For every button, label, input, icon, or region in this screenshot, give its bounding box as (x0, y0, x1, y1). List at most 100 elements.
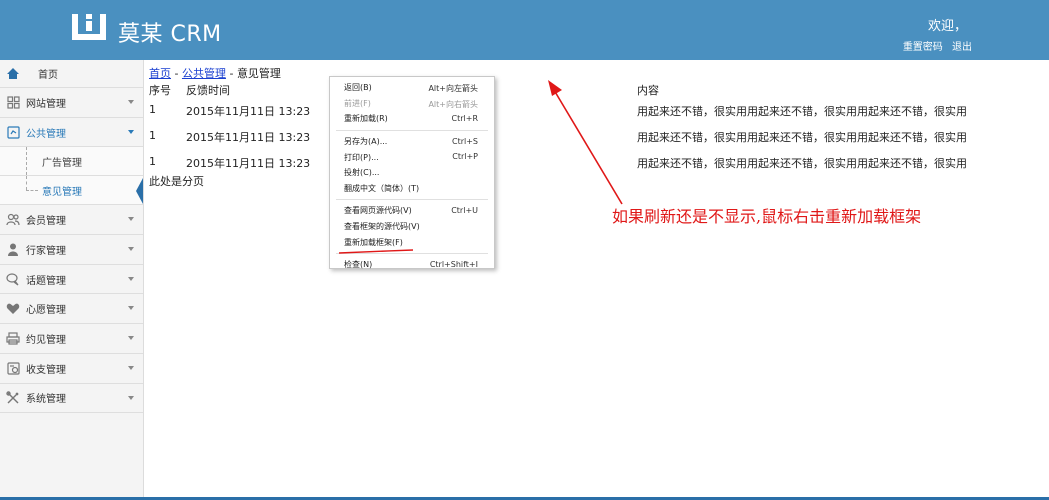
menu-item-shortcut: Ctrl+P (452, 152, 478, 162)
chevron-down-icon (128, 129, 134, 134)
sidebar-item-public[interactable]: 公共管理 (0, 118, 143, 148)
sidebar-item-label: 心愿管理 (26, 305, 66, 317)
annotation-text: 如果刷新还是不显示,鼠标右击重新加载框架 (612, 207, 922, 226)
menu-item-save-as[interactable]: 另存为(A)... Ctrl+S (330, 134, 494, 150)
menu-item-label: 查看网页源代码(V) (344, 206, 412, 216)
heart-icon (6, 302, 20, 316)
tree-branch (26, 190, 38, 192)
breadcrumb-separator: - (225, 67, 237, 80)
menu-item-label: 打印(P)... (344, 152, 379, 162)
table-cell: 用起来还不错，很实用用起来还不错，很实用用起来还不错，很实用 (637, 131, 967, 144)
user-icon (6, 242, 20, 256)
sidebar-item-label: 话题管理 (26, 275, 66, 287)
menu-item-label: 重新加载(R) (344, 114, 388, 124)
sidebar-item-label: 网站管理 (26, 98, 66, 110)
breadcrumb-separator: - (171, 67, 182, 80)
menu-item-view-source[interactable]: 查看网页源代码(V) Ctrl+U (330, 203, 494, 219)
breadcrumb-section-link[interactable]: 公共管理 (182, 67, 226, 80)
logout-link[interactable]: 退出 (952, 42, 972, 53)
table-cell: 2015年11月11日 13:23 (186, 131, 311, 144)
sidebar-item-label: 会员管理 (26, 216, 66, 228)
sidebar-item-system[interactable]: 系统管理 (0, 384, 143, 414)
menu-item-label: 重新加载框架(F) (344, 237, 403, 247)
sidebar-subitem-label: 意见管理 (42, 186, 82, 198)
menu-item-reload-frame[interactable]: 重新加载框架(F) (330, 234, 494, 250)
menu-separator (336, 199, 488, 201)
menu-item-label: 检查(N) (344, 260, 373, 270)
top-header: 莫某 CRM 欢迎， 重置密码 退出 (0, 0, 1049, 60)
users-icon (6, 213, 20, 227)
chevron-down-icon (128, 336, 134, 341)
grid-icon (6, 95, 20, 109)
sidebar-item-label: 收支管理 (26, 364, 66, 376)
chevron-down-icon (128, 276, 134, 281)
table-cell: 2015年11月11日 13:23 (186, 157, 311, 170)
menu-item-shortcut: Ctrl+U (451, 206, 478, 216)
menu-separator (336, 129, 488, 131)
tree-line (26, 176, 27, 191)
tree-line (26, 147, 27, 176)
sidebar-item-website[interactable]: 网站管理 (0, 88, 143, 118)
home-icon (6, 67, 20, 81)
menu-item-label: 另存为(A)... (344, 137, 388, 147)
sidebar-item-topics[interactable]: 话题管理 (0, 265, 143, 295)
breadcrumb-current: 意见管理 (236, 67, 281, 80)
sidebar-item-wishes[interactable]: 心愿管理 (0, 294, 143, 325)
printer-icon (6, 331, 20, 345)
annotation-arrow-icon (548, 80, 623, 205)
share-icon (6, 125, 20, 139)
column-header-content: 内容 (637, 84, 659, 97)
menu-item-label: 投射(C)... (344, 168, 380, 178)
menu-item-forward[interactable]: 前进(F) Alt+向右箭头 (330, 96, 494, 112)
chevron-down-icon (128, 306, 134, 311)
sidebar-item-appointments[interactable]: 约见管理 (0, 324, 143, 354)
pagination[interactable]: 此处是分页 (149, 173, 204, 189)
sidebar: 首页 网站管理 公共管理 广告管理 意见管理 会员管理 行家管理 话题管理 心愿… (0, 60, 144, 500)
table-cell: 2015年11月11日 13:23 (186, 105, 311, 118)
chevron-down-icon (128, 247, 134, 252)
menu-item-shortcut: Ctrl+Shift+I (429, 259, 478, 269)
sidebar-subitem-ads[interactable]: 广告管理 (0, 147, 143, 177)
menu-item-translate[interactable]: 翻成中文（简体）(T) (330, 181, 494, 197)
chat-icon (6, 272, 20, 286)
breadcrumb-home-label: 首页 (149, 67, 171, 80)
finance-icon (6, 361, 20, 375)
sidebar-item-label: 公共管理 (26, 128, 66, 140)
breadcrumb-home-link[interactable]: 首页 (149, 67, 171, 80)
chevron-down-icon (128, 395, 134, 400)
chevron-down-icon (128, 100, 134, 104)
sidebar-item-label: 首页 (38, 70, 58, 81)
header-links: 重置密码 退出 (897, 38, 972, 53)
menu-item-shortcut: Ctrl+R (451, 114, 479, 124)
reset-password-link[interactable]: 重置密码 (903, 42, 943, 53)
menu-item-label: 翻成中文（简体）(T) (344, 183, 420, 193)
sidebar-item-home[interactable]: 首页 (0, 60, 143, 88)
highlight-underline (338, 249, 414, 254)
sidebar-item-members[interactable]: 会员管理 (0, 205, 143, 236)
menu-item-shortcut: Alt+向右箭头 (428, 99, 478, 109)
sidebar-item-finance[interactable]: 收支管理 (0, 354, 143, 384)
menu-item-print[interactable]: 打印(P)... Ctrl+P (330, 149, 494, 165)
menu-item-view-frame-source[interactable]: 查看框架的源代码(V) (330, 219, 494, 235)
sidebar-subitem-feedback[interactable]: 意见管理 (0, 176, 143, 206)
menu-item-label: 查看框架的源代码(V) (344, 222, 420, 232)
sidebar-item-experts[interactable]: 行家管理 (0, 235, 143, 265)
table-cell: 1 (149, 155, 156, 168)
sidebar-item-label: 系统管理 (26, 394, 66, 406)
menu-item-shortcut: Alt+向左箭头 (428, 84, 478, 93)
menu-item-cast[interactable]: 投射(C)... (330, 165, 494, 181)
menu-item-label: 返回(B) (344, 83, 372, 93)
menu-item-back[interactable]: 返回(B) Alt+向左箭头 (330, 80, 494, 96)
sidebar-subitem-label: 广告管理 (42, 157, 82, 169)
tools-icon (6, 391, 20, 405)
chevron-down-icon (128, 217, 134, 222)
menu-item-shortcut: Ctrl+S (451, 136, 478, 146)
brand-title: 莫某 CRM (118, 22, 222, 47)
column-header-index: 序号 (149, 84, 171, 97)
menu-item-reload[interactable]: 重新加载(R) Ctrl+R (330, 111, 494, 127)
logo-icon (72, 14, 106, 40)
chevron-down-icon (128, 365, 134, 370)
column-header-time: 反馈时间 (186, 84, 230, 97)
menu-item-inspect[interactable]: 检查(N) Ctrl+Shift+I (330, 257, 494, 273)
menu-item-label: 前进(F) (344, 98, 371, 108)
